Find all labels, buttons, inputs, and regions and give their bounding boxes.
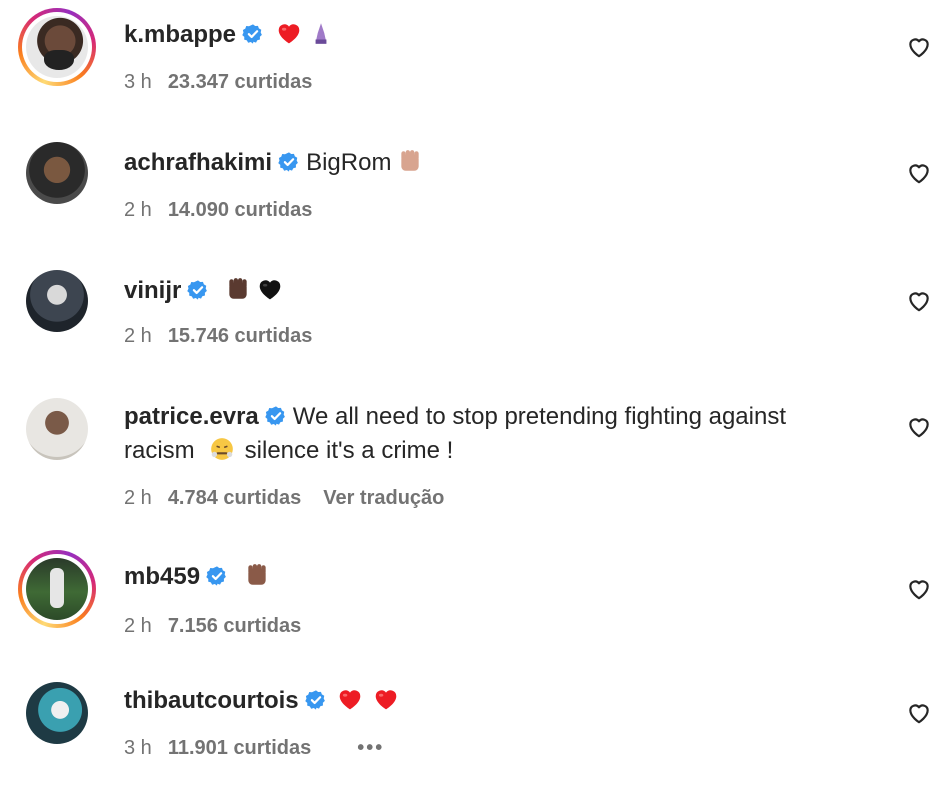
- comment-username[interactable]: patrice.evra: [124, 403, 259, 430]
- raised-fist-icon: [244, 562, 270, 588]
- comment-time[interactable]: 3 h: [124, 737, 152, 759]
- avatar[interactable]: [18, 674, 96, 752]
- like-heart-icon[interactable]: [906, 700, 932, 726]
- comment-username[interactable]: achrafhakimi: [124, 149, 272, 176]
- comment-text-line2: racism: [124, 437, 195, 464]
- comment-time[interactable]: 3 h: [124, 71, 152, 93]
- see-translation-link[interactable]: Ver tradução: [323, 487, 444, 509]
- avatar[interactable]: [18, 262, 96, 340]
- face-with-steam-icon: [210, 438, 233, 460]
- verified-badge-icon: [278, 151, 300, 173]
- comment-likes[interactable]: 23.347 curtidas: [168, 71, 313, 93]
- verified-badge-icon: [206, 565, 228, 587]
- comment-username[interactable]: mb459: [124, 563, 200, 590]
- avatar[interactable]: [18, 134, 96, 212]
- red-heart-icon: [337, 686, 363, 712]
- comment-likes[interactable]: 14.090 curtidas: [168, 199, 313, 221]
- like-heart-icon[interactable]: [906, 288, 932, 314]
- raised-fist-icon: [397, 148, 423, 174]
- comment-time[interactable]: 2 h: [124, 487, 152, 509]
- red-heart-icon: [373, 686, 399, 712]
- comment-time[interactable]: 2 h: [124, 325, 152, 347]
- comment-likes[interactable]: 4.784 curtidas: [168, 487, 301, 509]
- verified-badge-icon: [242, 23, 264, 45]
- comment-text: BigRom: [306, 149, 392, 176]
- comment-username[interactable]: thibautcourtois: [124, 687, 299, 714]
- comment-username[interactable]: vinijr: [124, 277, 181, 304]
- black-heart-icon: [257, 276, 283, 302]
- praying-hands-icon: [315, 23, 327, 44]
- verified-badge-icon: [265, 405, 287, 427]
- like-heart-icon[interactable]: [906, 34, 932, 60]
- verified-badge-icon: [305, 689, 327, 711]
- avatar[interactable]: [18, 8, 96, 86]
- red-heart-icon: [276, 20, 302, 46]
- raised-fist-icon: [225, 276, 251, 302]
- comment-likes[interactable]: 15.746 curtidas: [168, 325, 313, 347]
- comment-text: We all need to stop pretending fighting …: [292, 403, 786, 430]
- like-heart-icon[interactable]: [906, 576, 932, 602]
- comment-likes[interactable]: 11.901 curtidas: [168, 737, 311, 759]
- comment-text-line2: silence it's a crime !: [244, 437, 454, 464]
- comment-time[interactable]: 2 h: [124, 615, 152, 637]
- comment-username[interactable]: k.mbappe: [124, 21, 236, 48]
- avatar[interactable]: [18, 550, 96, 628]
- comment-time[interactable]: 2 h: [124, 199, 152, 221]
- comment-likes[interactable]: 7.156 curtidas: [168, 615, 301, 637]
- avatar[interactable]: [18, 390, 96, 468]
- verified-badge-icon: [187, 279, 209, 301]
- more-options-button[interactable]: •••: [357, 737, 384, 759]
- like-heart-icon[interactable]: [906, 160, 932, 186]
- like-heart-icon[interactable]: [906, 414, 932, 440]
